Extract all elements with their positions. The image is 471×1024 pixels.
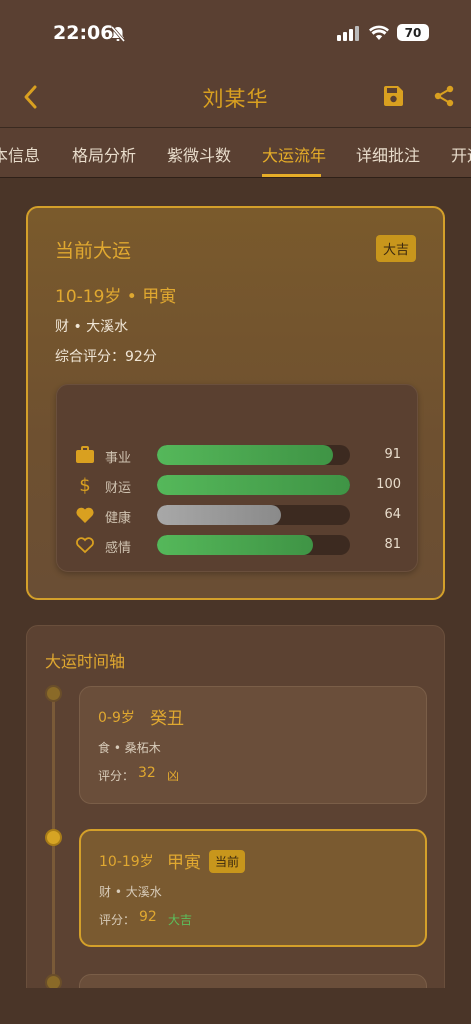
dayun-period: 10-19岁 • 甲寅	[55, 287, 177, 307]
tab-bar: 本信息 格局分析 紫微斗数 大运流年 详细批注 开运	[0, 128, 471, 178]
timeline-ganzhi: 癸丑	[150, 709, 184, 729]
metric-row-relationship: 感情 81	[57, 533, 419, 559]
progress-fill	[157, 475, 350, 495]
cellular-signal-icon	[337, 25, 359, 41]
progress-fill	[157, 445, 333, 465]
timeline-element: 财 • 大溪水	[99, 885, 162, 899]
metric-row-wealth: $ 财运 100	[57, 473, 419, 499]
current-dayun-card: 当前大运 大吉 10-19岁 • 甲寅 财 • 大溪水 综合评分：92分 事业 …	[26, 206, 445, 600]
metric-row-career: 事业 91	[57, 443, 419, 469]
metric-value: 81	[384, 537, 401, 552]
progress-track	[157, 505, 350, 525]
metric-value: 91	[384, 447, 401, 462]
tab-detailed-notes[interactable]: 详细批注	[356, 142, 420, 166]
bell-muted-icon	[110, 26, 126, 42]
dollar-icon: $	[79, 475, 90, 495]
timeline-dot-current	[45, 829, 62, 846]
wifi-icon	[369, 25, 389, 40]
progress-track	[157, 535, 350, 555]
timeline-score: 92	[139, 909, 157, 925]
timeline-title: 大运时间轴	[45, 652, 126, 671]
timeline-dot	[45, 685, 62, 702]
progress-track	[157, 475, 350, 495]
active-tab-indicator	[262, 174, 321, 177]
briefcase-icon	[76, 446, 94, 463]
heart-filled-icon	[76, 507, 94, 523]
timeline-item-current[interactable]: 10-19岁 甲寅 当前 财 • 大溪水 评分： 92 大吉	[79, 829, 427, 947]
metrics-panel: 事业 91 $ 财运 100 健康 64 感情 81	[56, 384, 418, 572]
timeline-ganzhi: 甲寅	[167, 853, 201, 873]
current-badge: 当前	[209, 850, 246, 873]
dayun-timeline-card: 大运时间轴 0-9岁 癸丑 食 • 桑柘木 评分： 32 凶 10-19岁 甲寅…	[26, 625, 445, 1024]
progress-track	[157, 445, 350, 465]
timeline-score: 32	[138, 765, 156, 781]
metric-label: 健康	[105, 511, 132, 526]
timeline-verdict: 凶	[167, 769, 180, 783]
dayun-element: 财 • 大溪水	[55, 319, 129, 335]
metric-label: 事业	[105, 451, 132, 466]
status-badge: 大吉	[375, 235, 416, 262]
battery-level: 70	[397, 24, 429, 41]
bottom-safe-area	[0, 988, 471, 1024]
tab-ziwei[interactable]: 紫微斗数	[167, 142, 231, 166]
progress-fill	[157, 535, 314, 555]
nav-bar: 刘某华	[0, 66, 471, 128]
timeline-age: 0-9岁	[98, 710, 135, 726]
tab-dayun-liunian[interactable]: 大运流年	[262, 142, 326, 166]
metric-label: 财运	[105, 481, 132, 496]
status-indicators: 70	[337, 24, 429, 41]
share-icon[interactable]	[433, 85, 455, 107]
timeline-score-label: 评分：	[98, 769, 135, 783]
timeline-element: 食 • 桑柘木	[98, 741, 161, 755]
timeline-item[interactable]: 0-9岁 癸丑 食 • 桑柘木 评分： 32 凶	[79, 686, 427, 804]
metric-value: 100	[376, 477, 401, 492]
card-title: 当前大运	[55, 240, 132, 262]
progress-fill	[157, 505, 281, 525]
metric-value: 64	[384, 507, 401, 522]
tab-pattern-analysis[interactable]: 格局分析	[72, 142, 136, 166]
tab-basic-info[interactable]: 本信息	[0, 142, 40, 166]
timeline-verdict: 大吉	[168, 913, 193, 927]
timeline-score-label: 评分：	[99, 913, 136, 927]
svg-text:$: $	[79, 475, 90, 495]
heart-outline-icon	[76, 537, 94, 554]
save-icon[interactable]	[382, 85, 404, 107]
metric-row-health: 健康 64	[57, 503, 419, 529]
status-time: 22:06	[53, 22, 114, 44]
tab-fortune[interactable]: 开运	[451, 142, 471, 166]
status-bar: 22:06 70	[0, 0, 471, 66]
overall-score: 综合评分：92分	[55, 349, 157, 365]
metric-label: 感情	[105, 541, 132, 556]
timeline-age: 10-19岁	[99, 854, 154, 870]
